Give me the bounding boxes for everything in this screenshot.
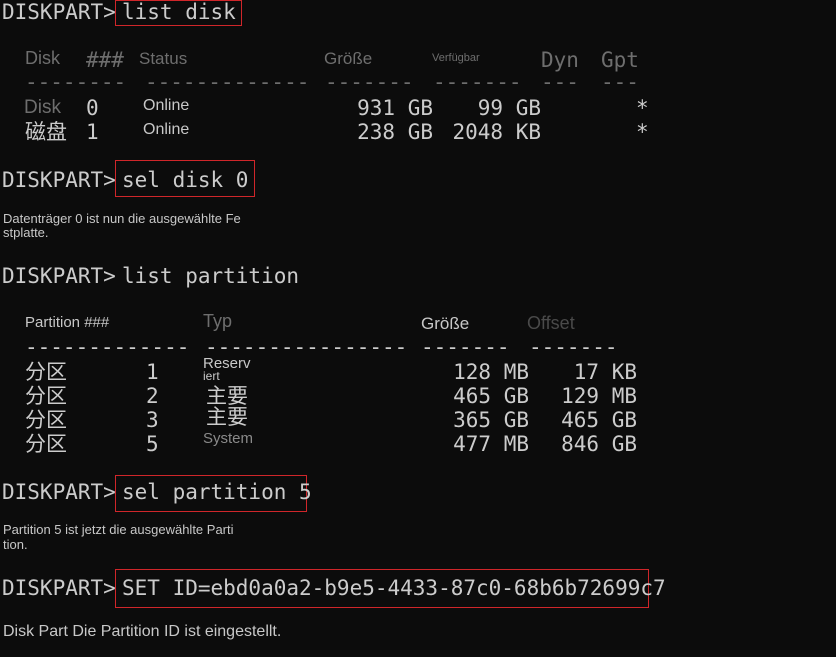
partition-row-label: 分区 xyxy=(25,360,67,384)
command-sel-disk: sel disk 0 xyxy=(122,168,249,192)
partition-row-size: 128 MB xyxy=(453,360,529,384)
partition-row-label: 分区 xyxy=(25,384,67,408)
disk-row-label: 磁盘 xyxy=(25,120,67,144)
message-partition-selected-line2: tion. xyxy=(3,537,28,552)
partition-separator: ------- xyxy=(529,335,618,359)
command-list-disk: list disk xyxy=(122,0,236,24)
partition-row-offset: 846 GB xyxy=(561,432,637,456)
message-disk-selected-line1: Datenträger 0 ist nun die ausgewählte Fe xyxy=(3,211,241,226)
partition-row-label: 分区 xyxy=(25,432,67,456)
message-id-set: Disk Part Die Partition ID ist eingestel… xyxy=(3,623,282,640)
disk-separator: -------- xyxy=(25,70,127,94)
partition-row-type: System xyxy=(203,430,254,447)
prompt-sel-disk: DISKPART> xyxy=(2,168,116,192)
partition-separator: ------- xyxy=(421,335,510,359)
disk-row-free: 99 GB xyxy=(477,96,541,120)
disk-row-num: 0 xyxy=(86,96,99,120)
disk-row-size: 931 GB xyxy=(357,96,433,120)
command-sel-partition: sel partition 5 xyxy=(122,480,312,504)
disk-header-dyn: Dyn xyxy=(541,48,579,72)
disk-separator: ------------- xyxy=(145,70,310,94)
partition-header-offset: Offset xyxy=(527,313,575,333)
prompt-sel-partition: DISKPART> xyxy=(2,480,116,504)
partition-row-num: 5 xyxy=(146,432,159,456)
terminal-window: { "prompt": "DISKPART>", "commands": { "… xyxy=(0,0,836,657)
disk-row-size: 238 GB xyxy=(357,120,433,144)
disk-row-status: Online xyxy=(143,121,190,138)
disk-row-gpt: * xyxy=(636,120,649,144)
partition-separator: ------------- xyxy=(25,335,190,359)
prompt-set-id: DISKPART> xyxy=(2,576,116,600)
disk-row-gpt: * xyxy=(636,96,649,120)
command-list-partition: list partition xyxy=(122,264,300,288)
partition-row-num: 1 xyxy=(146,360,159,384)
partition-header-type: Typ xyxy=(203,311,233,331)
disk-header-num: ### xyxy=(86,48,124,72)
partition-row-num: 2 xyxy=(146,384,159,408)
disk-separator: --- xyxy=(601,70,639,94)
disk-separator: ------- xyxy=(325,70,414,94)
message-partition-selected-line1: Partition 5 ist jetzt die ausgewählte Pa… xyxy=(3,522,234,537)
disk-row-free: 2048 KB xyxy=(452,120,541,144)
disk-separator: ------- xyxy=(433,70,522,94)
partition-header-num: Partition ### xyxy=(25,314,110,331)
command-set-id: SET ID=ebd0a0a2-b9e5-4433-87c0-68b6b7269… xyxy=(122,576,666,600)
partition-row-size: 477 MB xyxy=(453,432,529,456)
disk-header-size: Größe xyxy=(324,49,373,68)
partition-row-label: 分区 xyxy=(25,408,67,432)
disk-header-disk: Disk xyxy=(25,48,60,68)
disk-separator: --- xyxy=(541,70,579,94)
partition-row-offset: 465 GB xyxy=(561,408,637,432)
partition-row-size: 465 GB xyxy=(453,384,529,408)
prompt-list-disk: DISKPART> xyxy=(2,0,116,24)
partition-row-offset: 129 MB xyxy=(561,384,637,408)
partition-row-offset: 17 KB xyxy=(573,360,637,384)
partition-row-num: 3 xyxy=(146,408,159,432)
message-disk-selected-line2: stplatte. xyxy=(3,225,49,240)
partition-row-size: 365 GB xyxy=(453,408,529,432)
disk-header-status: Status xyxy=(139,49,188,68)
prompt-list-partition: DISKPART> xyxy=(2,264,116,288)
disk-row-num: 1 xyxy=(86,120,99,144)
partition-row-type: iert xyxy=(203,369,220,383)
disk-row-label: Disk xyxy=(24,97,61,118)
partition-header-size: Größe xyxy=(421,314,470,333)
disk-header-gpt: Gpt xyxy=(601,48,639,72)
disk-row-status: Online xyxy=(143,97,190,114)
partition-row-type: 主要 xyxy=(206,405,248,429)
disk-header-free: Verfügbar xyxy=(432,52,480,64)
